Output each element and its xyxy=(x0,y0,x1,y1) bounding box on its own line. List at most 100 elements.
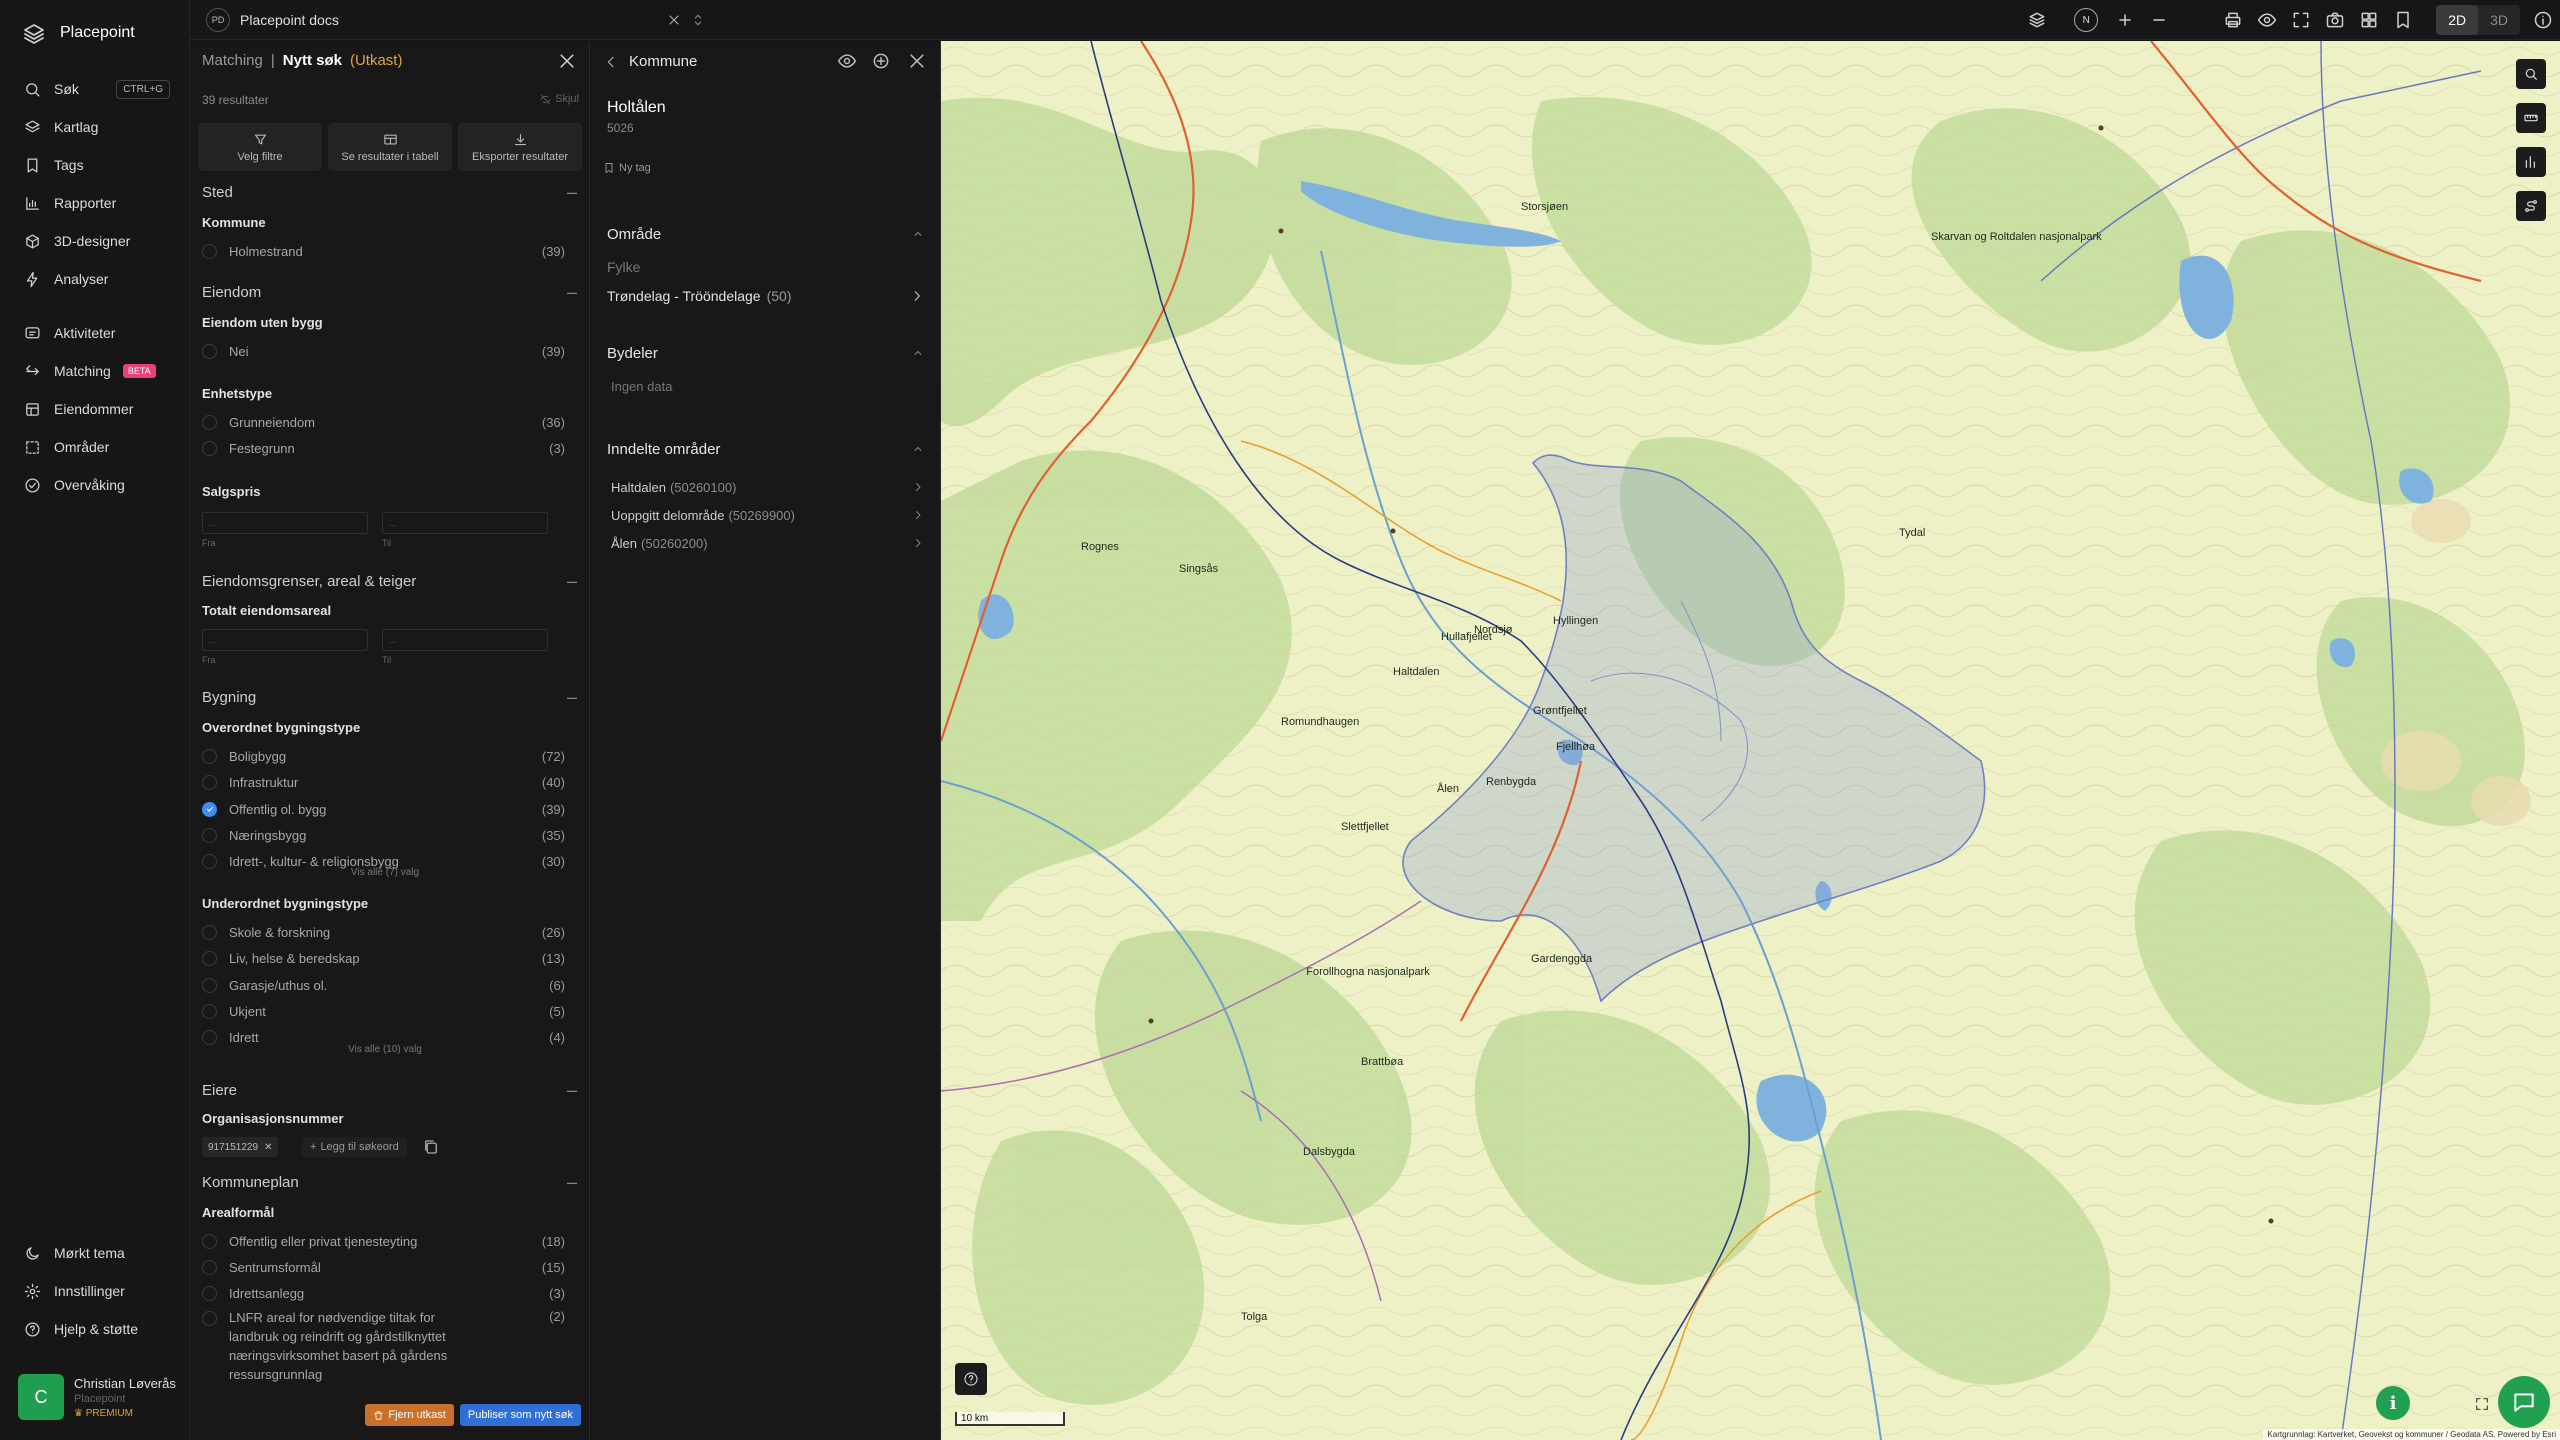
nav-item-help[interactable]: Hjelp & støtte xyxy=(0,1310,190,1348)
section-bydeler[interactable]: Bydeler xyxy=(607,342,924,364)
close-icon[interactable]: ✕ xyxy=(264,1142,272,1153)
map-view[interactable]: Haltdalen Ålen Renbygda Hyllingen Garden… xyxy=(941,41,2560,1440)
new-tag-button[interactable]: Ny tag xyxy=(603,162,651,174)
nav-item-tags[interactable]: Tags xyxy=(0,146,190,184)
section-omrade[interactable]: Område xyxy=(607,223,924,245)
section-eiere[interactable]: Eiere – xyxy=(202,1079,577,1101)
radio-button[interactable] xyxy=(202,1003,217,1019)
info-icon[interactable] xyxy=(2533,10,2553,30)
radio-button[interactable] xyxy=(202,827,217,843)
show-table-button[interactable]: Se resultater i tabell xyxy=(328,123,452,171)
filter-option[interactable]: Infrastruktur (40) xyxy=(202,771,565,793)
section-bygning[interactable]: Bygning – xyxy=(202,686,577,708)
fylke-row[interactable]: Trøndelag - Trööndelage (50) xyxy=(607,285,924,307)
export-results-button[interactable]: Eksporter resultater xyxy=(458,123,582,171)
stats-button[interactable] xyxy=(2516,147,2546,177)
radio-button[interactable] xyxy=(202,748,217,764)
subarea-row[interactable]: Uoppgitt delområde (50269900) xyxy=(611,505,924,525)
nav-item-3d-designer[interactable]: 3D-designer xyxy=(0,222,190,260)
eye-icon[interactable] xyxy=(2257,10,2277,30)
map-help-button[interactable] xyxy=(955,1363,987,1395)
filter-option[interactable]: Ukjent (5) xyxy=(202,1000,565,1022)
crosshair-icon[interactable] xyxy=(871,51,891,71)
radio-button[interactable] xyxy=(202,343,217,359)
radio-button[interactable] xyxy=(202,440,217,456)
zoom-in-icon[interactable] xyxy=(2115,10,2135,30)
fullscreen-icon[interactable] xyxy=(2291,10,2311,30)
brand[interactable]: Placepoint xyxy=(22,20,135,46)
filter-option[interactable]: Næringsbygg (35) xyxy=(202,824,565,846)
nav-item-kartlag[interactable]: Kartlag xyxy=(0,108,190,146)
expand-icon[interactable] xyxy=(2474,1396,2490,1412)
nav-item-overvaking[interactable]: Overvåking xyxy=(0,466,190,504)
eye-icon[interactable] xyxy=(837,51,857,71)
filter-option[interactable]: Idrettsanlegg (3) xyxy=(202,1282,565,1304)
compass-button[interactable]: N xyxy=(2074,8,2099,32)
close-icon[interactable] xyxy=(907,51,927,71)
measure-button[interactable] xyxy=(2516,103,2546,133)
zoom-out-icon[interactable] xyxy=(2149,10,2169,30)
nav-item-dark-theme[interactable]: Mørkt tema xyxy=(0,1234,190,1272)
price-min-input[interactable]: ... xyxy=(202,512,368,534)
hide-button[interactable]: Skjul xyxy=(540,93,579,105)
section-eiendomsgrenser[interactable]: Eiendomsgrenser, areal & teiger – xyxy=(202,570,577,592)
filter-option[interactable]: Garasje/uthus ol. (6) xyxy=(202,974,565,996)
radio-button[interactable] xyxy=(202,243,217,259)
radio-button[interactable] xyxy=(202,1029,217,1045)
close-icon[interactable] xyxy=(557,51,577,71)
nav-item-analyser[interactable]: Analyser xyxy=(0,260,190,298)
paste-icon[interactable] xyxy=(422,1138,440,1156)
filter-option[interactable]: Grunneiendom (36) xyxy=(202,411,565,433)
radio-button[interactable] xyxy=(202,924,217,940)
subarea-row[interactable]: Haltdalen (50260100) xyxy=(611,477,924,497)
filter-option[interactable]: Festegrunn (3) xyxy=(202,437,565,459)
camera-icon[interactable] xyxy=(2325,10,2345,30)
subarea-row[interactable]: Ålen (50260200) xyxy=(611,533,924,553)
section-inndelte-omrader[interactable]: Inndelte områder xyxy=(607,438,924,460)
nav-item-aktiviteter[interactable]: Aktiviteter xyxy=(0,314,190,352)
radio-button[interactable] xyxy=(202,1259,217,1275)
filter-option[interactable]: Offentlig ol. bygg (39) xyxy=(202,798,565,820)
show-all-link[interactable]: Vis alle (10) valg xyxy=(190,1044,580,1055)
print-icon[interactable] xyxy=(2223,10,2243,30)
layers-stack-icon[interactable] xyxy=(2027,10,2047,30)
publish-search-button[interactable]: Publiser som nytt søk xyxy=(459,1404,581,1426)
filter-option[interactable]: Offentlig eller privat tjenesteyting (18) xyxy=(202,1230,565,1252)
section-kommuneplan[interactable]: Kommuneplan – xyxy=(202,1171,577,1193)
area-max-input[interactable]: ... xyxy=(382,629,548,651)
close-icon[interactable] xyxy=(666,12,682,28)
nav-item-omrader[interactable]: Områder xyxy=(0,428,190,466)
show-all-link[interactable]: Vis alle (7) valg xyxy=(190,867,580,878)
radio-button[interactable] xyxy=(202,1285,217,1301)
filter-option[interactable]: LNFR areal for nødvendige tiltak for lan… xyxy=(202,1308,565,1386)
radio-button[interactable] xyxy=(202,977,217,993)
nav-item-settings[interactable]: Innstillinger xyxy=(0,1272,190,1310)
nav-item-rapporter[interactable]: Rapporter xyxy=(0,184,190,222)
radio-button[interactable] xyxy=(202,1233,217,1249)
delete-draft-button[interactable]: Fjern utkast xyxy=(365,1404,454,1426)
add-search-term-button[interactable]: + Legg til søkeord xyxy=(302,1137,407,1157)
price-max-input[interactable]: ... xyxy=(382,512,548,534)
map-search-button[interactable] xyxy=(2516,59,2546,89)
nav-item-matching[interactable]: Matching BETA xyxy=(0,352,190,390)
section-sted[interactable]: Sted – xyxy=(202,181,577,203)
route-button[interactable] xyxy=(2516,191,2546,221)
mode-2d-button[interactable]: 2D xyxy=(2436,5,2479,35)
bookmark-icon[interactable] xyxy=(2393,10,2413,30)
filter-option[interactable]: Boligbygg (72) xyxy=(202,745,565,767)
grid-icon[interactable] xyxy=(2359,10,2379,30)
filter-option[interactable]: Liv, helse & beredskap (13) xyxy=(202,947,565,969)
area-min-input[interactable]: ... xyxy=(202,629,368,651)
map-canvas[interactable] xyxy=(941,41,2560,1440)
chevron-left-icon[interactable] xyxy=(603,54,619,70)
user-profile[interactable]: C Christian Løverås Placepoint ♛ PREMIUM xyxy=(18,1374,176,1420)
checked-radio-button[interactable] xyxy=(202,801,217,817)
mode-3d-button[interactable]: 3D xyxy=(2478,5,2520,35)
radio-button[interactable] xyxy=(202,1311,217,1326)
choose-filters-button[interactable]: Velg filtre xyxy=(198,123,322,171)
chat-button[interactable] xyxy=(2498,1376,2550,1428)
filter-option[interactable]: Skole & forskning (26) xyxy=(202,921,565,943)
filter-option[interactable]: Nei (39) xyxy=(202,340,565,362)
info-button[interactable]: i xyxy=(2376,1386,2410,1420)
radio-button[interactable] xyxy=(202,774,217,790)
